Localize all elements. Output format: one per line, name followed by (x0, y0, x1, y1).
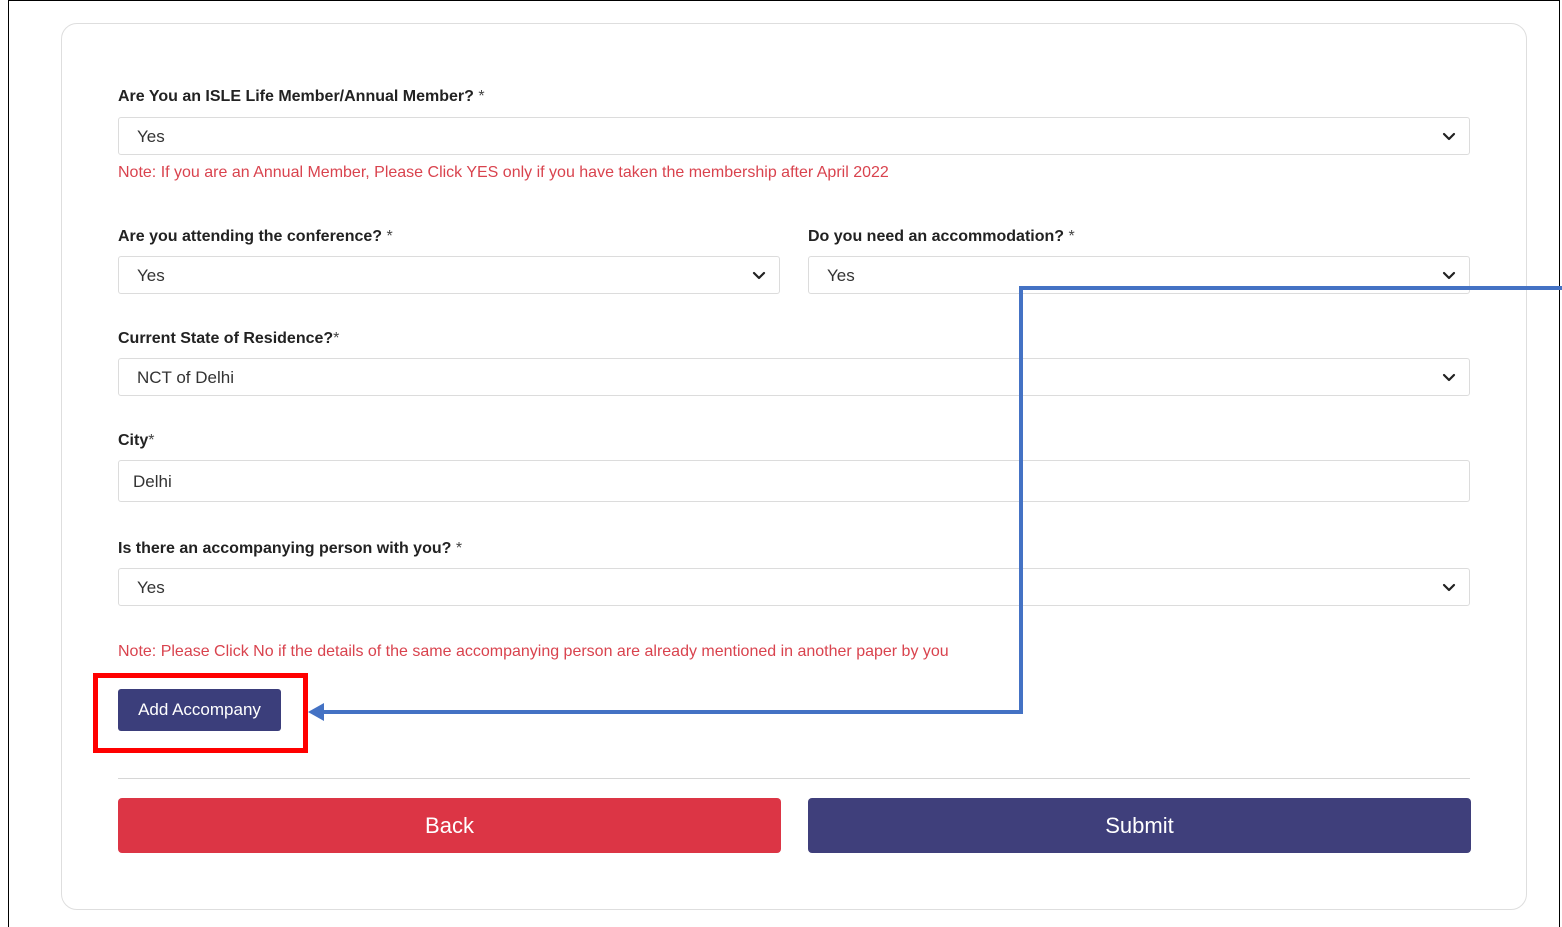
back-button[interactable]: Back (118, 798, 781, 853)
accommodation-select[interactable]: Yes (808, 256, 1470, 294)
city-input[interactable]: Delhi (118, 460, 1470, 502)
divider (118, 778, 1470, 779)
state-label: Current State of Residence?* (118, 330, 340, 347)
state-value: NCT of Delhi (137, 368, 234, 387)
accompanying-select[interactable]: Yes (118, 568, 1470, 606)
chevron-down-icon (1442, 583, 1456, 592)
membership-label: Are You an ISLE Life Member/Annual Membe… (118, 88, 485, 105)
membership-select[interactable]: Yes (118, 117, 1470, 155)
accompanying-value: Yes (137, 578, 165, 597)
accommodation-value: Yes (827, 266, 855, 285)
attending-value: Yes (137, 266, 165, 285)
chevron-down-icon (1442, 373, 1456, 382)
city-value: Delhi (133, 472, 172, 491)
city-label: City* (118, 432, 155, 449)
membership-value: Yes (137, 127, 165, 146)
highlight-box (93, 673, 308, 753)
accommodation-label: Do you need an accommodation? * (808, 228, 1075, 245)
state-select[interactable]: NCT of Delhi (118, 358, 1470, 396)
submit-button[interactable]: Submit (808, 798, 1471, 853)
chevron-down-icon (1442, 132, 1456, 141)
membership-note: Note: If you are an Annual Member, Pleas… (118, 164, 889, 181)
accompanying-note: Note: Please Click No if the details of … (118, 643, 949, 660)
accompanying-label: Is there an accompanying person with you… (118, 540, 463, 557)
chevron-down-icon (1442, 271, 1456, 280)
chevron-down-icon (752, 271, 766, 280)
attending-select[interactable]: Yes (118, 256, 780, 294)
attending-label: Are you attending the conference? * (118, 228, 393, 245)
